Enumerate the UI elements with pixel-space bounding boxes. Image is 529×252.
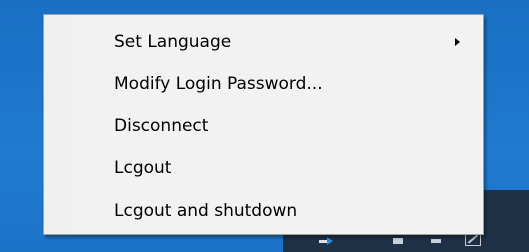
- context-menu: Set Language Modify Login Password... Di…: [43, 14, 484, 235]
- keyboard-icon[interactable]: [431, 239, 441, 243]
- menu-item-disconnect[interactable]: Disconnect: [46, 110, 481, 142]
- menu-item-set-language[interactable]: Set Language: [46, 26, 481, 58]
- menu-item-label: Lcgout: [114, 158, 172, 178]
- menu-item-label: Modify Login Password...: [114, 74, 323, 94]
- submenu-arrow-icon: [455, 38, 460, 46]
- menu-item-logout[interactable]: Lcgout: [46, 152, 481, 184]
- volume-icon[interactable]: [393, 238, 403, 244]
- network-icon[interactable]: [319, 236, 333, 246]
- menu-item-modify-login-password[interactable]: Modify Login Password...: [46, 68, 481, 100]
- menu-item-label: Disconnect: [114, 116, 209, 136]
- menu-item-logout-and-shutdown[interactable]: Lcgout and shutdown: [46, 195, 481, 227]
- menu-item-label: Set Language: [114, 32, 232, 52]
- menu-item-label: Lcgout and shutdown: [114, 201, 298, 221]
